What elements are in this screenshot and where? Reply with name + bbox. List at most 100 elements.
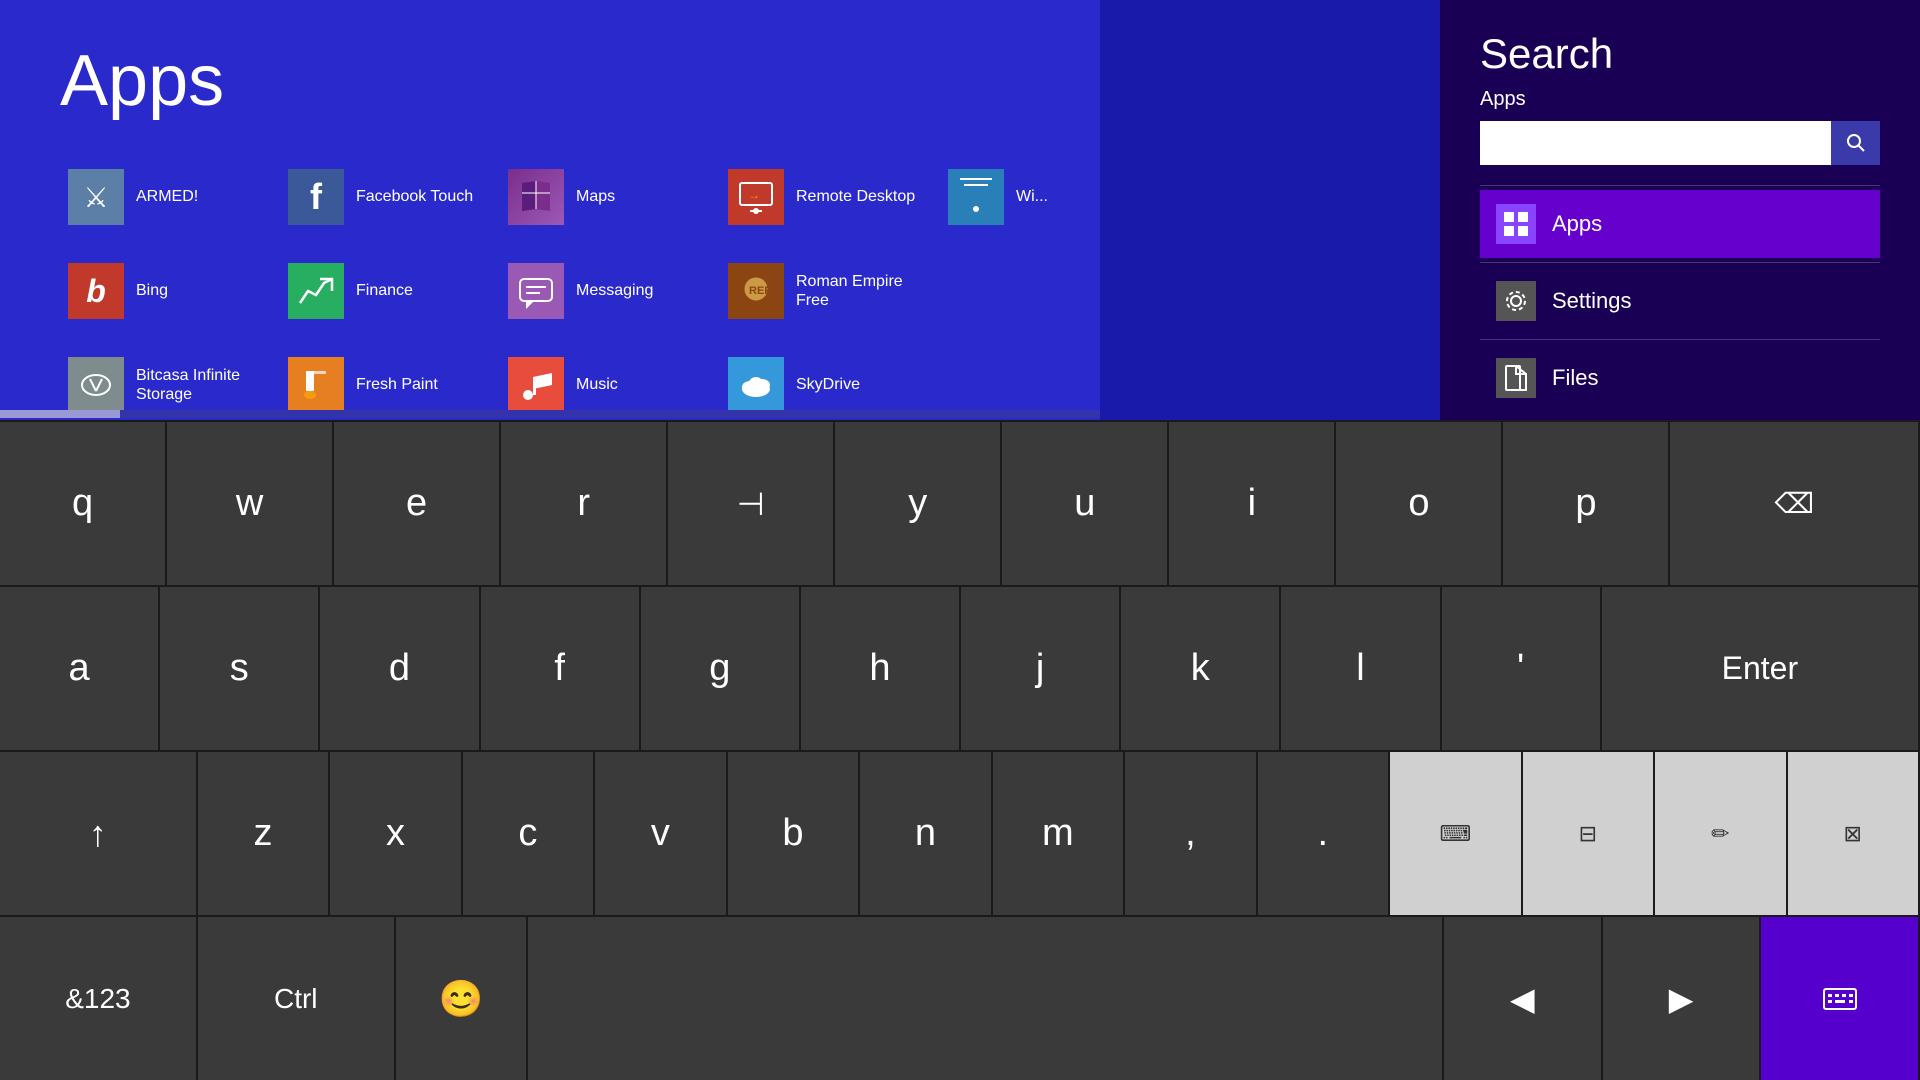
search-option-files-label: Files	[1552, 365, 1598, 391]
search-option-apps[interactable]: Apps	[1480, 190, 1880, 258]
app-name-music: Music	[576, 375, 618, 394]
svg-text:→: →	[748, 188, 760, 202]
key-mode-detach[interactable]: ⊠	[1788, 752, 1920, 915]
key-ctrl[interactable]: Ctrl	[198, 917, 396, 1080]
search-option-apps-icon	[1496, 204, 1536, 244]
key-comma[interactable]: ,	[1125, 752, 1257, 915]
app-icon-finance	[288, 263, 344, 319]
search-input[interactable]	[1480, 121, 1831, 165]
key-l[interactable]: l	[1281, 587, 1441, 750]
key-k[interactable]: k	[1121, 587, 1281, 750]
key-s[interactable]: s	[160, 587, 320, 750]
key-m[interactable]: m	[993, 752, 1125, 915]
app-item-romanempire[interactable]: REF Roman Empire Free	[720, 246, 940, 336]
key-x[interactable]: x	[330, 752, 462, 915]
key-n[interactable]: n	[860, 752, 992, 915]
app-name-skydrive: SkyDrive	[796, 375, 860, 394]
app-item-wi[interactable]: Wi...	[940, 152, 1160, 242]
key-enter[interactable]: Enter	[1602, 587, 1920, 750]
app-item-facebook[interactable]: f Facebook Touch	[280, 152, 500, 242]
gear-icon	[1502, 287, 1530, 315]
search-icon	[1844, 131, 1868, 155]
key-f[interactable]: f	[481, 587, 641, 750]
app-item-bing[interactable]: b Bing	[60, 246, 280, 336]
app-name-freshpaint: Fresh Paint	[356, 375, 438, 394]
key-w[interactable]: w	[167, 422, 334, 585]
app-icon-bitcasa	[68, 357, 124, 413]
file-icon	[1502, 364, 1530, 392]
key-b[interactable]: b	[728, 752, 860, 915]
key-c[interactable]: c	[463, 752, 595, 915]
key-space[interactable]	[528, 917, 1444, 1080]
key-g[interactable]: g	[641, 587, 801, 750]
key-emoji[interactable]: 😊	[396, 917, 529, 1080]
key-h[interactable]: h	[801, 587, 961, 750]
search-button[interactable]	[1831, 121, 1880, 165]
app-item-finance[interactable]: Finance	[280, 246, 500, 336]
app-icon-messaging	[508, 263, 564, 319]
key-q[interactable]: q	[0, 422, 167, 585]
search-option-files-icon	[1496, 358, 1536, 398]
app-icon-romanempire: REF	[728, 263, 784, 319]
apps-grid-icon	[1502, 210, 1530, 238]
app-item-maps[interactable]: Maps	[500, 152, 720, 242]
key-d[interactable]: d	[320, 587, 480, 750]
app-name-romanempire: Roman Empire Free	[796, 272, 932, 310]
key-left[interactable]: ◀	[1444, 917, 1603, 1080]
apps-area: Apps ⚔ ARMED! f Facebook Touch Maps → Re…	[0, 0, 1100, 420]
app-icon-remotedesktop: →	[728, 169, 784, 225]
key-period[interactable]: .	[1258, 752, 1390, 915]
key-mode-full[interactable]: ⌨	[1390, 752, 1522, 915]
app-icon-skydrive	[728, 357, 784, 413]
app-icon-music	[508, 357, 564, 413]
app-name-facebook: Facebook Touch	[356, 187, 473, 206]
key-symbols[interactable]: &123	[0, 917, 198, 1080]
app-item-messaging[interactable]: Messaging	[500, 246, 720, 336]
key-shift[interactable]: ↑	[0, 752, 198, 915]
app-item-remotedesktop[interactable]: → Remote Desktop	[720, 152, 940, 242]
app-icon-freshpaint	[288, 357, 344, 413]
search-option-settings-icon	[1496, 281, 1536, 321]
app-name-bitcasa: Bitcasa Infinite Storage	[136, 366, 272, 404]
apps-scrollbar	[0, 410, 1100, 418]
key-u[interactable]: u	[1002, 422, 1169, 585]
search-title: Search	[1480, 30, 1880, 78]
search-category-label: Apps	[1480, 88, 1880, 111]
app-name-remotedesktop: Remote Desktop	[796, 187, 915, 206]
key-r[interactable]: r	[501, 422, 668, 585]
search-option-files[interactable]: Files	[1480, 344, 1880, 412]
key-o[interactable]: o	[1336, 422, 1503, 585]
key-i[interactable]: i	[1169, 422, 1336, 585]
keyboard-row-4: &123 Ctrl 😊 ◀ ▶	[0, 915, 1920, 1080]
apps-scrollbar-thumb	[0, 410, 120, 418]
key-right[interactable]: ▶	[1603, 917, 1762, 1080]
key-e[interactable]: e	[334, 422, 501, 585]
app-icon-facebook: f	[288, 169, 344, 225]
key-mode-handwrite[interactable]: ✏	[1655, 752, 1787, 915]
key-backspace[interactable]: ⌫	[1670, 422, 1920, 585]
search-divider-3	[1480, 339, 1880, 340]
app-name-bing: Bing	[136, 281, 168, 300]
keyboard-area: q w e r ⊣ y u i o p ⌫ a s d f g h j k l …	[0, 420, 1920, 1080]
key-t[interactable]: ⊣	[668, 422, 835, 585]
key-j[interactable]: j	[961, 587, 1121, 750]
search-divider-1	[1480, 185, 1880, 186]
app-name-armed: ARMED!	[136, 187, 198, 206]
key-v[interactable]: v	[595, 752, 727, 915]
key-y[interactable]: y	[835, 422, 1002, 585]
search-option-settings[interactable]: Settings	[1480, 267, 1880, 335]
key-a[interactable]: a	[0, 587, 160, 750]
key-z[interactable]: z	[198, 752, 330, 915]
search-input-row	[1480, 121, 1880, 165]
key-p[interactable]: p	[1503, 422, 1670, 585]
app-icon-armed: ⚔	[68, 169, 124, 225]
keyboard-row-2: a s d f g h j k l ' Enter	[0, 585, 1920, 750]
app-item-armed[interactable]: ⚔ ARMED!	[60, 152, 280, 242]
keyboard-row-3: ↑ z x c v b n m , . ⌨ ⊟ ✏ ⊠	[0, 750, 1920, 915]
key-mode-split[interactable]: ⊟	[1523, 752, 1655, 915]
app-name-maps: Maps	[576, 187, 615, 206]
key-keyboard-toggle[interactable]	[1761, 917, 1920, 1080]
app-item-row2col5	[940, 246, 1160, 336]
key-apostrophe[interactable]: '	[1442, 587, 1602, 750]
keyboard-row-1: q w e r ⊣ y u i o p ⌫	[0, 420, 1920, 585]
